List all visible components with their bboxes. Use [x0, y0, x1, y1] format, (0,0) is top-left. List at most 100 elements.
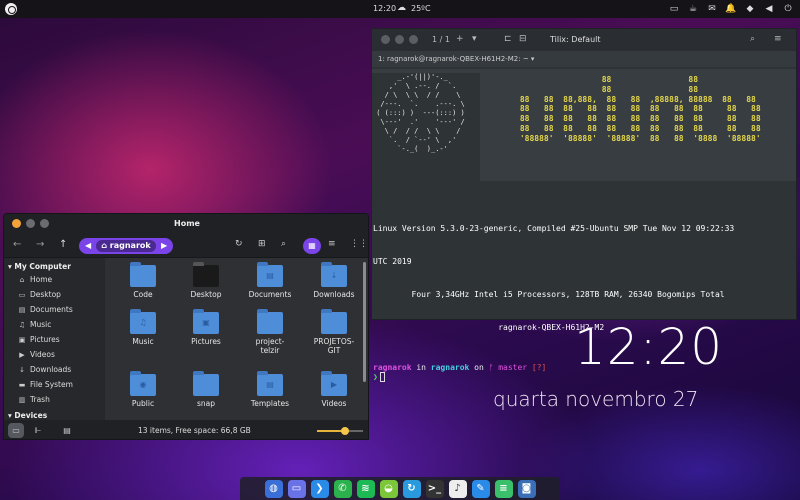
info-panel-icon[interactable]: ▤: [59, 423, 75, 438]
split-right-icon[interactable]: ⊏: [504, 34, 512, 44]
session-count[interactable]: 1 / 1: [432, 35, 450, 44]
vscode-icon[interactable]: ❯: [310, 479, 329, 498]
music-player-icon[interactable]: ♪: [448, 479, 467, 498]
display-icon[interactable]: ▭: [668, 2, 680, 15]
folder-icon: ▤: [257, 262, 283, 287]
files-icon[interactable]: ▭: [287, 479, 306, 498]
camera-icon[interactable]: ◙: [517, 479, 536, 498]
coffee-icon[interactable]: ☕: [687, 2, 699, 15]
terminal-session-tab[interactable]: 1: ragnarok@ragnarok-QBEX-H61H2-M2: ~ ▾: [372, 51, 796, 67]
whatsapp-icon[interactable]: ✆: [333, 479, 352, 498]
folder-label: Documents: [248, 290, 292, 299]
sidebar-heading-my-computer[interactable]: ▾ My Computer: [4, 258, 105, 272]
sidebar-item-downloads[interactable]: ↓ Downloads: [4, 362, 105, 377]
notification-icon[interactable]: 🔔: [725, 2, 737, 15]
zoom-slider[interactable]: [317, 427, 363, 435]
breadcrumb-label: ragnarok: [109, 241, 151, 250]
path-bar[interactable]: ◀ ⌂ ragnarok ▶: [79, 238, 173, 254]
minimize-window-button[interactable]: [395, 35, 404, 44]
terminal-icon[interactable]: >_: [425, 479, 444, 498]
document-icon: ▤: [18, 305, 26, 314]
sidebar-item-documents[interactable]: ▤ Documents: [4, 302, 105, 317]
chat-icon[interactable]: ✉: [706, 2, 718, 15]
folder-item[interactable]: ♫ Music: [110, 309, 176, 346]
status-text: 13 items, Free space: 66,8 GB: [138, 426, 251, 435]
folder-item[interactable]: ↓ Downloads: [301, 262, 367, 299]
sidebar-item-home[interactable]: ⌂ Home: [4, 272, 105, 287]
folder-item[interactable]: Desktop: [173, 262, 239, 299]
chevron-down-icon[interactable]: ▾: [531, 55, 535, 63]
sidebar-item-videos[interactable]: ▶ Videos: [4, 347, 105, 362]
column-view-icon[interactable]: ⋮⋮: [350, 239, 368, 249]
tree-view-icon[interactable]: ⊩: [30, 423, 46, 438]
refresh-icon[interactable]: ↻: [235, 239, 243, 249]
file-manager-window[interactable]: Home ← → ↑ ◀ ⌂ ragnarok ▶ ↻ ⊞ ⌕ ▦ ≡ ⋮⋮ ▾…: [3, 213, 369, 440]
back-arrow-icon[interactable]: ←: [13, 239, 21, 250]
list-view-icon[interactable]: ≡: [328, 239, 336, 249]
sidebar-item-pictures[interactable]: ▣ Pictures: [4, 332, 105, 347]
music-icon: ♫: [18, 320, 26, 329]
search-icon[interactable]: ⌕: [750, 34, 755, 44]
sidebar-item-label: Home: [30, 275, 53, 284]
volume-icon[interactable]: ◀: [763, 2, 775, 15]
breadcrumb[interactable]: ⌂ ragnarok: [96, 240, 156, 252]
chevron-down-icon[interactable]: ▾: [472, 34, 477, 44]
file-manager-toolbar: ← → ↑ ◀ ⌂ ragnarok ▶ ↻ ⊞ ⌕ ▦ ≡ ⋮⋮: [4, 234, 368, 258]
topbar-temperature[interactable]: 25ºC: [411, 4, 431, 13]
folder-icon: ▤: [257, 371, 283, 396]
menu-icon[interactable]: ≡: [774, 34, 782, 44]
topbar-clock[interactable]: 12:20: [373, 4, 396, 13]
ubuntu-logo-icon[interactable]: [5, 3, 17, 15]
sidebar-item-music[interactable]: ♫ Music: [4, 317, 105, 332]
refresh-icon[interactable]: ↻: [402, 479, 421, 498]
close-window-button[interactable]: [12, 219, 21, 228]
folder-item[interactable]: ▤ Templates: [237, 371, 303, 408]
sidebar-item-label: Documents: [30, 305, 73, 314]
spotify-icon[interactable]: ≋: [356, 479, 375, 498]
terminal-header: 1 / 1 + ▾ ⊏ ⊟ Tilix: Default ⌕ ≡: [372, 29, 796, 51]
maximize-window-button[interactable]: [40, 219, 49, 228]
folder-item[interactable]: Code: [110, 262, 176, 299]
sidebar-item-label: Videos: [30, 350, 55, 359]
scrollbar[interactable]: [363, 262, 366, 382]
file-manager-titlebar[interactable]: Home: [4, 214, 368, 234]
minimize-window-button[interactable]: [26, 219, 35, 228]
folder-icon: [193, 371, 219, 396]
sidebar-item-file-system[interactable]: ▬ File System: [4, 377, 105, 392]
folder-item[interactable]: project- telzir: [237, 309, 303, 355]
terminal-window[interactable]: 1 / 1 + ▾ ⊏ ⊟ Tilix: Default ⌕ ≡ 1: ragn…: [371, 28, 797, 382]
add-session-button[interactable]: +: [456, 34, 464, 44]
android-icon[interactable]: ◒: [379, 479, 398, 498]
new-folder-icon[interactable]: ⊞: [258, 239, 266, 249]
close-window-button[interactable]: [381, 35, 390, 44]
editor-icon[interactable]: ✎: [471, 479, 490, 498]
cloud-sun-icon[interactable]: ☁: [397, 3, 406, 13]
notes-icon[interactable]: ≡: [494, 479, 513, 498]
folder-icon: [321, 309, 347, 334]
folder-item[interactable]: ▶ Videos: [301, 371, 367, 408]
split-down-icon[interactable]: ⊟: [519, 34, 527, 44]
sidebar-heading-devices[interactable]: ▾ Devices: [4, 407, 105, 421]
power-icon[interactable]: ⏻: [782, 2, 794, 15]
up-arrow-icon[interactable]: ↑: [59, 239, 67, 250]
folder-icon: [257, 309, 283, 334]
maximize-window-button[interactable]: [409, 35, 418, 44]
folder-item[interactable]: ▤ Documents: [237, 262, 303, 299]
sidebar-item-desktop[interactable]: ▭ Desktop: [4, 287, 105, 302]
folder-item[interactable]: snap: [173, 371, 239, 408]
folder-label: Desktop: [190, 290, 222, 299]
path-right-arrow-icon[interactable]: ▶: [161, 241, 167, 250]
browser-icon[interactable]: ◍: [264, 479, 283, 498]
sidebar-item-trash[interactable]: ▥ Trash: [4, 392, 105, 407]
search-icon[interactable]: ⌕: [281, 239, 286, 249]
grid-view-button[interactable]: ▦: [303, 238, 321, 254]
zoom-handle[interactable]: [340, 427, 349, 435]
folder-item[interactable]: ▣ Pictures: [173, 309, 239, 346]
folder-item[interactable]: PROJETOS- GIT: [301, 309, 367, 355]
path-left-arrow-icon[interactable]: ◀: [85, 241, 91, 250]
folder-item[interactable]: ◉ Public: [110, 371, 176, 408]
forward-arrow-icon[interactable]: →: [36, 239, 44, 250]
wifi-icon[interactable]: ◆: [744, 2, 756, 15]
sidebar-toggle-icon[interactable]: ▭: [8, 423, 24, 438]
file-grid[interactable]: Code Desktop ▤ Documents ↓ Downloads ♫ Musi…: [105, 258, 368, 420]
